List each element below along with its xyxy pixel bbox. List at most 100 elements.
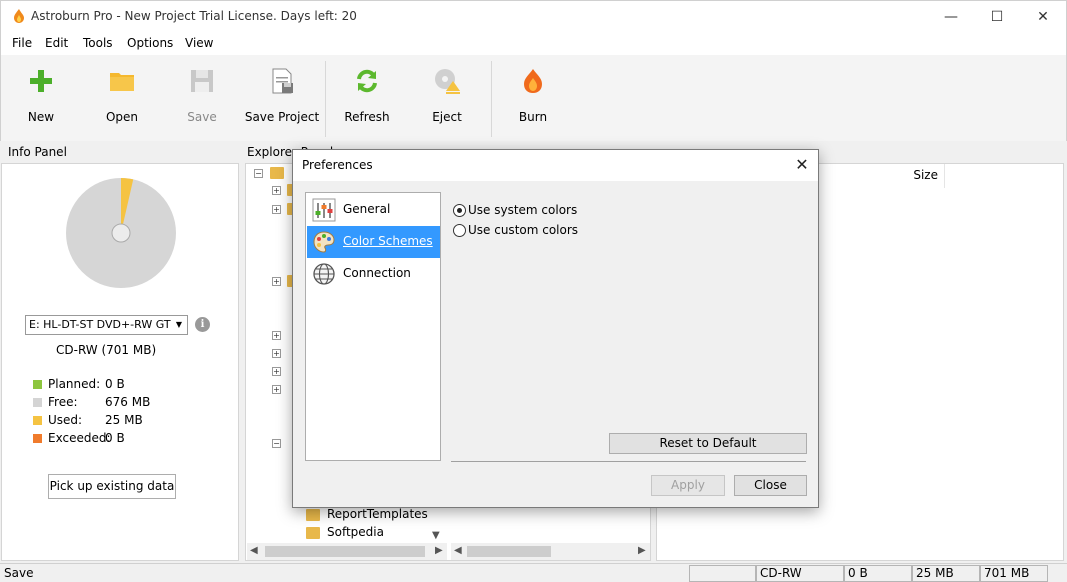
status-capacity: 701 MB: [980, 565, 1048, 582]
status-disc-type: CD-RW: [756, 565, 844, 582]
sliders-icon: [312, 198, 336, 222]
dialog-title: Preferences: [302, 158, 373, 172]
planned-swatch: [33, 380, 42, 389]
menu-edit[interactable]: Edit: [45, 36, 68, 50]
folder-icon: [306, 509, 320, 521]
tree-horizontal-scrollbar[interactable]: ◀ ▶: [247, 543, 447, 560]
tree-item-reporttemplates[interactable]: ReportTemplates: [327, 507, 428, 521]
scroll-left-icon[interactable]: ◀: [454, 545, 462, 556]
dialog-title-bar: Preferences ✕: [293, 150, 818, 181]
category-connection[interactable]: Connection: [307, 258, 440, 290]
open-label: Open: [105, 110, 139, 124]
folder-icon: [110, 73, 134, 91]
scroll-down-icon[interactable]: ▼: [432, 530, 440, 541]
disc-usage-chart: [66, 178, 176, 288]
use-custom-colors-label: Use custom colors: [468, 223, 579, 237]
info-panel-label: Info Panel: [8, 145, 67, 159]
menu-tools[interactable]: Tools: [83, 36, 113, 50]
plus-icon: [30, 70, 52, 92]
free-swatch: [33, 398, 42, 407]
scrollbar-thumb[interactable]: [467, 546, 551, 557]
flame-icon: [524, 69, 542, 93]
window-title: Astroburn Pro - New Project Trial Licens…: [31, 9, 357, 23]
radio-circle-checked[interactable]: [453, 204, 466, 217]
apply-button[interactable]: Apply: [651, 475, 725, 496]
free-key: Free:: [48, 395, 78, 409]
refresh-button[interactable]: Refresh: [327, 59, 407, 131]
tree-expand-toggle[interactable]: +: [272, 349, 281, 358]
folder-icon: [270, 167, 284, 179]
scroll-left-icon[interactable]: ◀: [250, 545, 258, 556]
scroll-right-icon[interactable]: ▶: [435, 545, 443, 556]
status-cell-blank: [689, 565, 756, 582]
info-icon[interactable]: i: [195, 317, 210, 332]
tree-expand-toggle[interactable]: +: [272, 186, 281, 195]
new-label: New: [27, 110, 55, 124]
save-project-button[interactable]: Save Project: [242, 59, 322, 131]
tree-expand-toggle[interactable]: +: [272, 367, 281, 376]
menu-file[interactable]: File: [12, 36, 32, 50]
eject-button[interactable]: Eject: [407, 59, 487, 131]
tree-expand-toggle[interactable]: +: [272, 385, 281, 394]
eject-label: Eject: [432, 110, 462, 124]
disc-type-label: CD-RW (701 MB): [56, 343, 157, 357]
palette-icon: [313, 231, 335, 253]
tree-item-softpedia[interactable]: Softpedia: [327, 525, 384, 539]
scroll-right-icon[interactable]: ▶: [638, 545, 646, 556]
new-button[interactable]: New: [1, 59, 81, 131]
reset-to-default-button[interactable]: Reset to Default: [609, 433, 807, 454]
used-swatch: [33, 416, 42, 425]
tree-collapse-toggle[interactable]: −: [254, 169, 263, 178]
info-panel: E: HL-DT-ST DVD+-RW GT32N ▼ i CD-RW (701…: [1, 163, 239, 561]
planned-key: Planned:: [48, 377, 101, 391]
status-text: Save: [4, 566, 34, 580]
tree-collapse-toggle[interactable]: −: [272, 439, 281, 448]
category-general-label: General: [343, 202, 391, 216]
eject-disc-icon: [435, 69, 460, 94]
status-planned: 0 B: [844, 565, 912, 582]
status-used: 25 MB: [912, 565, 980, 582]
toolbar-separator: [325, 61, 326, 137]
scrollbar-thumb[interactable]: [265, 546, 425, 557]
menu-bar: File Edit Tools Options View: [0, 31, 1067, 55]
astroburn-flame-icon: [14, 9, 24, 23]
chevron-down-icon: ▼: [171, 316, 187, 334]
menu-options[interactable]: Options: [127, 36, 173, 50]
tree-expand-toggle[interactable]: +: [272, 277, 281, 286]
dialog-separator: [451, 461, 806, 462]
exceeded-key: Exceeded:: [48, 431, 111, 445]
category-general[interactable]: General: [307, 194, 440, 226]
maximize-button[interactable]: ☐: [974, 1, 1020, 32]
dialog-close-icon[interactable]: ✕: [786, 150, 818, 181]
title-bar: Astroburn Pro - New Project Trial Licens…: [0, 0, 1067, 31]
pick-up-existing-data-button[interactable]: Pick up existing data: [48, 474, 176, 499]
burn-label: Burn: [518, 110, 548, 124]
tree-expand-toggle[interactable]: +: [272, 331, 281, 340]
open-button[interactable]: Open: [82, 59, 162, 131]
radio-circle[interactable]: [453, 224, 466, 237]
use-system-colors-label: Use system colors: [468, 203, 578, 217]
tree-expand-toggle[interactable]: +: [272, 205, 281, 214]
burn-button[interactable]: Burn: [493, 59, 573, 131]
save-label: Save: [187, 110, 217, 124]
folder-icon: [306, 527, 320, 539]
refresh-label: Refresh: [344, 110, 390, 124]
menu-view[interactable]: View: [185, 36, 213, 50]
close-button[interactable]: Close: [734, 475, 807, 496]
used-value: 25 MB: [105, 413, 143, 427]
toolbar-separator: [491, 61, 492, 137]
drive-select[interactable]: E: HL-DT-ST DVD+-RW GT32N ▼: [25, 315, 188, 335]
save-project-label: Save Project: [244, 110, 320, 124]
category-color-schemes[interactable]: Color Schemes: [307, 226, 440, 258]
size-column-header[interactable]: Size: [865, 164, 945, 188]
status-bar: Save CD-RW 0 B 25 MB 701 MB: [0, 563, 1067, 582]
close-window-button[interactable]: ✕: [1020, 1, 1066, 32]
drive-select-value: E: HL-DT-ST DVD+-RW GT32N: [29, 318, 188, 331]
list-horizontal-scrollbar[interactable]: ◀ ▶: [451, 543, 650, 560]
save-button[interactable]: Save: [162, 59, 242, 131]
category-list: General Color Schemes Connection: [305, 192, 441, 461]
exceeded-swatch: [33, 434, 42, 443]
disc-hub: [111, 223, 131, 243]
minimize-button[interactable]: —: [928, 1, 974, 32]
category-connection-label: Connection: [343, 266, 411, 280]
